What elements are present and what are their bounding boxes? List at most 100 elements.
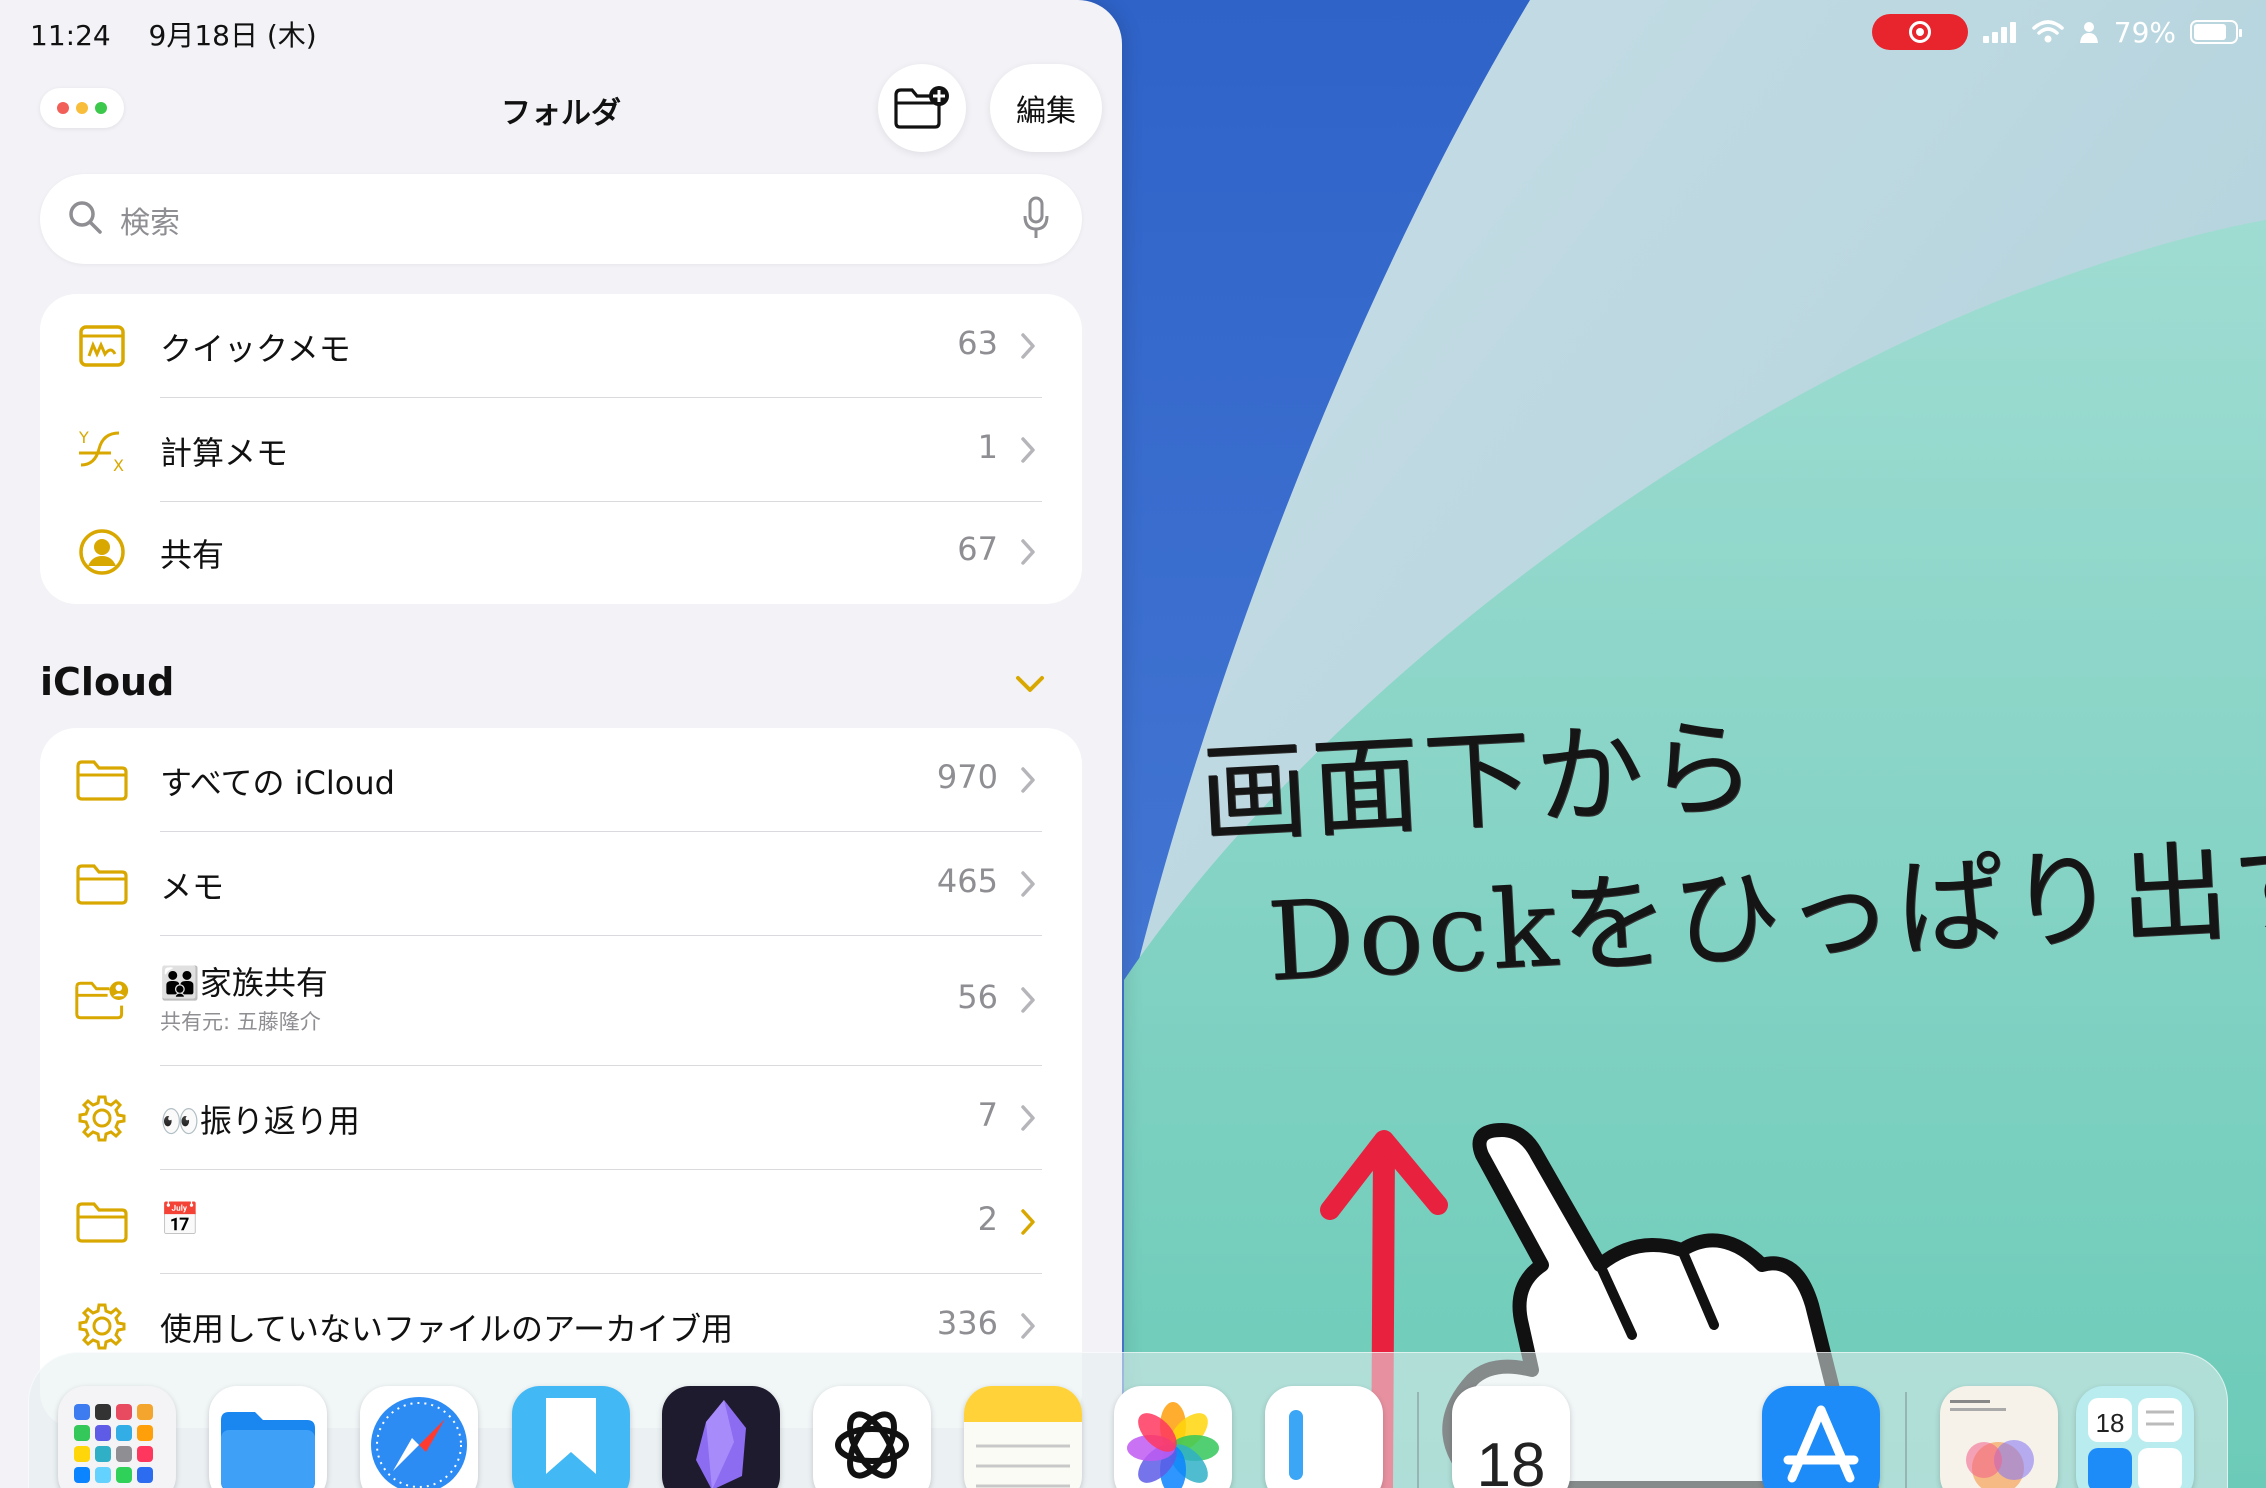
folder-label: クイックメモ <box>160 330 351 368</box>
folder-row-calendar[interactable]: 📅 2 <box>40 1170 1082 1274</box>
dock-day-one[interactable] <box>512 1386 630 1488</box>
screen-recording-indicator[interactable] <box>1871 14 1968 50</box>
status-bar-right: 79% <box>1871 14 2242 50</box>
chatgpt-icon <box>835 1411 909 1479</box>
shared-by-label: 共有元: 五藤隆介 <box>160 1010 321 1034</box>
chevron-right-icon <box>1021 1313 1035 1339</box>
dock-divider <box>1905 1392 1907 1488</box>
math-notes-icon: Y X <box>78 428 124 475</box>
battery-percentage: 79% <box>2113 15 2176 49</box>
dock-obsidian[interactable] <box>662 1386 780 1488</box>
photos-icon <box>1127 1402 1219 1488</box>
bookmark-icon <box>546 1398 596 1474</box>
folder-row-quick-notes[interactable]: クイックメモ 63 <box>40 294 1082 398</box>
app-library-icon <box>74 1404 153 1483</box>
folder-count: 67 <box>957 530 998 568</box>
dock-safari[interactable] <box>360 1386 478 1488</box>
obsidian-icon <box>696 1400 746 1488</box>
search-bar[interactable]: 検索 <box>40 174 1082 264</box>
folder-icon <box>76 864 128 905</box>
calendar-day: 18 <box>1477 1431 1546 1488</box>
folder-label: 🧑‍🧑‍🧒家族共有 <box>160 964 328 1002</box>
svg-text:Y: Y <box>78 428 89 447</box>
folder-row-notes[interactable]: メモ 465 <box>40 832 1082 936</box>
shared-folder-icon <box>75 981 129 1020</box>
person-circle-icon <box>79 529 125 575</box>
chevron-down-icon[interactable] <box>1012 668 1048 700</box>
chevron-right-icon <box>1021 437 1035 463</box>
clock: 11:24 <box>30 19 111 52</box>
microphone-icon[interactable] <box>1022 196 1050 240</box>
folder-row-math-notes[interactable]: Y X 計算メモ 1 <box>40 398 1082 502</box>
folder-icon <box>76 1202 128 1243</box>
svg-text:X: X <box>113 456 124 475</box>
pinned-folders-card: クイックメモ 63 Y X 計算メモ 1 共有 67 <box>40 294 1082 604</box>
chevron-right-icon <box>1021 767 1035 793</box>
record-icon <box>1908 21 1931 43</box>
notes-folder-panel: 11:24 9月18日 (木) フォルダ 編集 検索 クイックメモ 63 Y X… <box>0 0 1122 1488</box>
folder-count: 336 <box>936 1304 998 1342</box>
folder-count: 1 <box>977 428 998 466</box>
handwritten-annotation: 画面下から Dockをひっぱり出す <box>1196 662 2266 1021</box>
dock-app-store[interactable] <box>1762 1386 1880 1488</box>
folder-label: メモ <box>160 868 225 906</box>
chevron-right-icon <box>1021 1209 1035 1235</box>
chevron-right-icon <box>1021 871 1035 897</box>
new-folder-button[interactable] <box>878 64 966 152</box>
status-date: 9月18日 (木) <box>148 19 317 52</box>
cellular-signal-icon <box>1982 22 2016 43</box>
folder-row-all-icloud[interactable]: すべての iCloud 970 <box>40 728 1082 832</box>
folder-label: 共有 <box>160 536 225 574</box>
calendar-icon: 18 <box>1477 1431 1546 1488</box>
folder-stack-icon: 18 <box>2088 1398 2182 1488</box>
folder-label: 👀振り返り用 <box>160 1102 360 1140</box>
folder-plus-icon <box>894 86 949 129</box>
dock-recent-folder[interactable]: 18 <box>2076 1386 2194 1488</box>
folder-label: 📅 <box>160 1200 200 1238</box>
folder-row-family-shared[interactable]: 🧑‍🧑‍🧒家族共有 共有元: 五藤隆介 56 <box>40 936 1082 1066</box>
folder-count: 63 <box>957 324 998 362</box>
folder-count: 465 <box>936 862 998 900</box>
folder-count: 2 <box>977 1200 998 1238</box>
gear-icon <box>78 1095 126 1142</box>
icloud-folders-card: すべての iCloud 970 メモ 465 <box>40 728 1082 1428</box>
folder-label: 使用していないファイルのアーカイブ用 <box>160 1310 734 1348</box>
personal-hotspot-icon <box>2079 22 2098 43</box>
chevron-right-icon <box>1021 1105 1035 1131</box>
folder-icon <box>76 760 128 801</box>
chevron-right-icon <box>1021 539 1035 565</box>
folder-label: 計算メモ <box>160 434 289 472</box>
dock-chatgpt[interactable] <box>813 1386 931 1488</box>
dock-text-app[interactable] <box>1265 1386 1383 1488</box>
search-icon <box>69 201 102 234</box>
icloud-section-title: iCloud <box>40 660 175 704</box>
status-time: 11:24 9月18日 (木) <box>30 14 317 54</box>
calendar-day: 18 <box>2096 1408 2125 1438</box>
search-input[interactable]: 検索 <box>120 198 180 242</box>
folder-row-shared[interactable]: 共有 67 <box>40 502 1082 604</box>
notes-icon <box>964 1386 1082 1488</box>
text-app-icon <box>1289 1410 1303 1480</box>
wifi-icon <box>2032 20 2064 43</box>
app-store-icon <box>1783 1405 1859 1483</box>
quick-note-icon <box>79 325 125 367</box>
book-icon <box>1950 1400 2034 1488</box>
dock-notes[interactable] <box>964 1386 1082 1488</box>
chevron-right-icon <box>1021 333 1035 359</box>
dock-app-library[interactable] <box>58 1386 176 1488</box>
files-icon <box>221 1412 315 1488</box>
dock-divider <box>1417 1392 1419 1488</box>
dock-photos[interactable] <box>1114 1386 1232 1488</box>
chevron-right-icon <box>1021 987 1035 1013</box>
folder-count: 7 <box>977 1096 998 1134</box>
battery-icon <box>2190 20 2242 44</box>
folder-row-review[interactable]: 👀振り返り用 7 <box>40 1066 1082 1170</box>
dock-files[interactable] <box>209 1386 327 1488</box>
safari-icon <box>371 1397 467 1488</box>
folder-label: すべての iCloud <box>160 764 395 802</box>
dock-recent-book[interactable] <box>1940 1386 2058 1488</box>
dock-calendar[interactable]: 18 <box>1452 1386 1570 1488</box>
edit-button[interactable]: 編集 <box>990 64 1102 152</box>
folder-count: 970 <box>936 758 998 796</box>
folder-count: 56 <box>957 978 998 1016</box>
